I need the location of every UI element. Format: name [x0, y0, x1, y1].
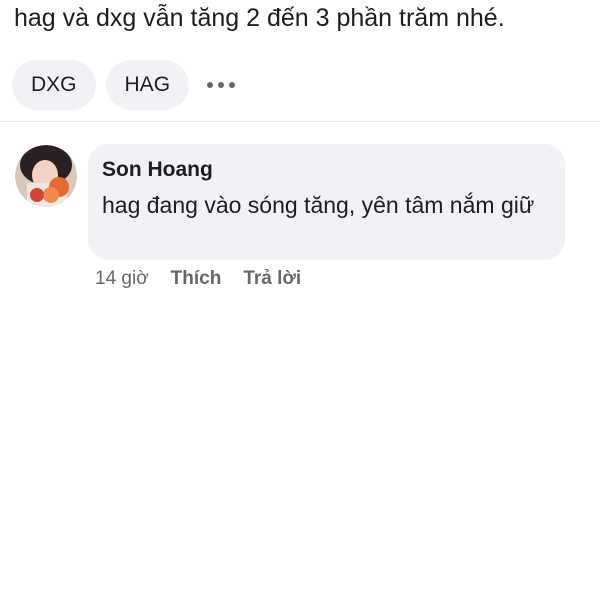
comment-bubble: Son Hoang hag đang vào sóng tăng, yên tâ… [88, 144, 565, 260]
comment-author-name[interactable]: Son Hoang [102, 156, 551, 184]
avatar[interactable] [15, 145, 77, 207]
like-button[interactable]: Thích [171, 265, 222, 293]
tag-chip-dxg[interactable]: DXG [12, 60, 96, 110]
tag-list: DXG HAG [12, 60, 236, 110]
post-text: hag và dxg vẫn tăng 2 đến 3 phần trăm nh… [14, 4, 505, 32]
comment-timestamp[interactable]: 14 giờ [95, 265, 149, 293]
divider [0, 121, 600, 122]
reply-button[interactable]: Trả lời [243, 265, 301, 293]
tag-chip-hag[interactable]: HAG [105, 60, 190, 110]
more-horizontal-icon[interactable] [207, 60, 236, 110]
comment-text: hag đang vào sóng tăng, yên tâm nắm giữ [102, 192, 535, 218]
comment-thread: hag và dxg vẫn tăng 2 đến 3 phần trăm nh… [0, 0, 600, 600]
comment-actions: 14 giờ Thích Trả lời [95, 265, 301, 293]
